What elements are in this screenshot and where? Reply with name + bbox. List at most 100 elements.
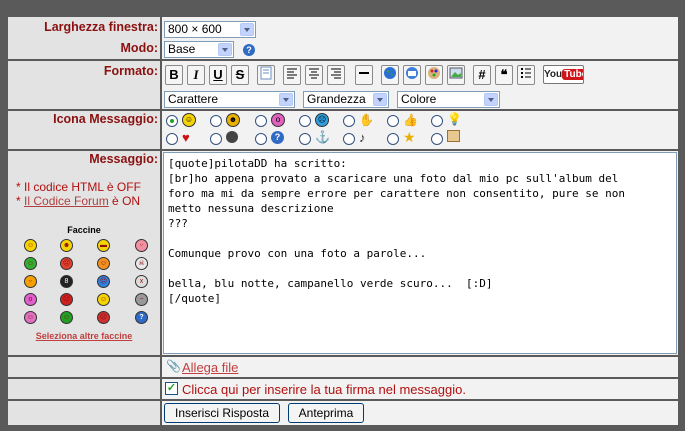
sad-icon: ☹	[315, 113, 329, 127]
email-icon[interactable]	[403, 65, 421, 85]
format-label: Formato:	[8, 61, 160, 109]
icon-radio-1[interactable]	[210, 115, 222, 127]
format-row: Formato: B I U S # ❝ YouTube Carattere	[8, 61, 678, 109]
icon-radio-6[interactable]	[431, 115, 443, 127]
size-select-value: Grandezza	[307, 92, 366, 106]
horizontal-rule-icon[interactable]	[355, 65, 373, 85]
smile-icon[interactable]: ☺	[24, 239, 37, 252]
chevron-down-icon	[373, 93, 387, 106]
approve-icon[interactable]: ☺	[60, 311, 73, 324]
quote-icon[interactable]: ❝	[495, 65, 513, 85]
align-left-icon[interactable]	[283, 65, 301, 85]
icon-radio-9[interactable]	[255, 133, 267, 145]
chevron-down-icon	[240, 23, 254, 36]
chevron-down-icon	[279, 93, 293, 106]
list-icon[interactable]	[517, 65, 535, 85]
mode-row: Modo: Base ?	[8, 39, 678, 59]
teeth-icon: ☻	[226, 113, 240, 127]
window-width-label: Larghezza finestra:	[8, 17, 160, 39]
smile-icon: ☺	[182, 113, 196, 127]
image-icon[interactable]	[447, 65, 465, 85]
help-icon[interactable]: ?	[243, 44, 255, 56]
disapprove-icon[interactable]: −	[135, 293, 148, 306]
icon-radio-2[interactable]	[255, 115, 267, 127]
attach-file-link[interactable]: Allega file	[182, 360, 238, 375]
kiss-icon[interactable]: ☺	[97, 293, 110, 306]
color-palette-icon[interactable]	[425, 65, 443, 85]
italic-button[interactable]: I	[187, 65, 205, 85]
icon-radio-4[interactable]	[343, 115, 355, 127]
message-textarea[interactable]: [quote]pilotaDD ha scritto: [br]ho appen…	[163, 152, 677, 354]
sad-red-icon[interactable]: ☹	[97, 311, 110, 324]
message-label: Messaggio:	[89, 152, 158, 166]
thumb-up-icon: 👍	[403, 113, 418, 127]
icon-radio-10[interactable]	[299, 133, 311, 145]
font-select-value: Carattere	[168, 92, 219, 106]
forum-code-link[interactable]: Il Codice Forum	[24, 194, 109, 208]
bulb-icon: 💡	[447, 112, 462, 126]
signature-row: ✓ Clicca qui per inserire la tua firma n…	[8, 379, 678, 399]
cake-icon	[447, 130, 460, 142]
icon-radio-12[interactable]	[387, 133, 399, 145]
size-select[interactable]: Grandezza	[303, 91, 389, 108]
cold-icon[interactable]: ☹	[97, 275, 110, 288]
icon-radio-11[interactable]	[343, 133, 355, 145]
blush-icon[interactable]: ᵕ	[135, 239, 148, 252]
heart-icon: ♥	[182, 130, 190, 145]
actions-row: Inserisci Risposta Anteprima	[8, 401, 678, 425]
shocked-icon[interactable]: o	[24, 293, 37, 306]
color-select[interactable]: Colore	[397, 91, 500, 108]
attach-row: 📎 Allega file	[8, 357, 678, 377]
message-row: Messaggio: * Il codice HTML è OFF * Il C…	[8, 151, 678, 355]
sleepy-icon[interactable]: ᵕ	[24, 275, 37, 288]
mode-select[interactable]: Base	[164, 41, 234, 58]
shock-icon: o	[271, 113, 285, 127]
thumb-down-icon: ✋	[359, 113, 374, 127]
signature-label[interactable]: Clicca qui per inserire la tua firma nel…	[182, 382, 466, 397]
icon-radio-none[interactable]	[166, 115, 178, 127]
icon-radio-7[interactable]	[166, 133, 178, 145]
anchor-icon: ⚓	[315, 130, 330, 144]
eight-ball-icon[interactable]: 8	[60, 275, 73, 288]
mode-label: Modo:	[8, 39, 160, 59]
bold-button[interactable]: B	[165, 65, 183, 85]
skull-icon[interactable]: ☠	[135, 257, 148, 270]
icon-radio-13[interactable]	[431, 133, 443, 145]
strike-button[interactable]: S	[231, 65, 249, 85]
pre-icon[interactable]	[257, 65, 275, 85]
font-select[interactable]: Carattere	[164, 91, 295, 108]
chevron-down-icon	[484, 93, 498, 106]
html-note: * Il codice HTML è OFF	[16, 180, 141, 194]
post-form: Larghezza finestra: 800 × 600 Modo: Base…	[8, 15, 678, 425]
bomb-icon	[226, 131, 238, 143]
cool-icon[interactable]: ▬	[97, 239, 110, 252]
dead-icon[interactable]: x	[135, 275, 148, 288]
angry-icon[interactable]: ☹	[60, 257, 73, 270]
wink-icon[interactable]: ☺	[97, 257, 110, 270]
mode-value: Base	[168, 42, 196, 56]
grin-icon[interactable]: ☻	[60, 239, 73, 252]
underline-button[interactable]: U	[209, 65, 227, 85]
icon-radio-8[interactable]	[210, 133, 222, 145]
globe-icon[interactable]	[381, 65, 399, 85]
window-width-row: Larghezza finestra: 800 × 600	[8, 17, 678, 39]
align-right-icon[interactable]	[327, 65, 345, 85]
submit-reply-button[interactable]: Inserisci Risposta	[164, 403, 280, 423]
hash-icon[interactable]: #	[473, 65, 491, 85]
question-icon[interactable]: ?	[135, 311, 148, 324]
forum-code-note: * Il Codice Forum è ON	[16, 194, 141, 208]
star-icon: ★	[403, 129, 416, 145]
more-smileys-link[interactable]: Seleziona altre faccine	[8, 331, 160, 341]
signature-checkbox[interactable]: ✓	[165, 382, 178, 395]
preview-button[interactable]: Anteprima	[288, 403, 364, 423]
evil-icon[interactable]: ☹	[60, 293, 73, 306]
smileys-title: Faccine	[67, 225, 101, 235]
icon-radio-3[interactable]	[299, 115, 311, 127]
sick-icon[interactable]: ☺	[24, 257, 37, 270]
icon-radio-5[interactable]	[387, 115, 399, 127]
window-width-value: 800 × 600	[168, 22, 222, 36]
youtube-button[interactable]: YouTube	[543, 65, 584, 84]
align-center-icon[interactable]	[305, 65, 323, 85]
window-width-select[interactable]: 800 × 600	[164, 21, 256, 38]
tongue-icon[interactable]: ☺	[24, 311, 37, 324]
